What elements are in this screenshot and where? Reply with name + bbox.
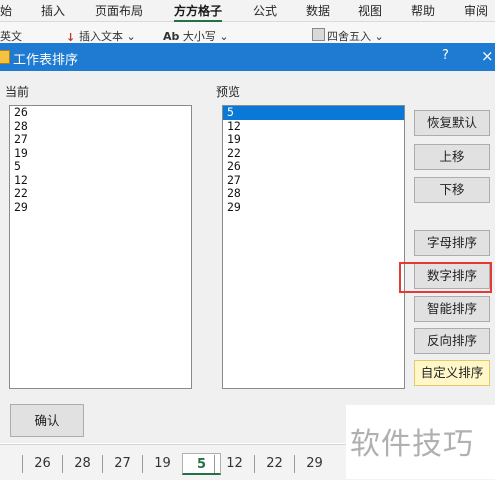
list-item[interactable]: 28 <box>223 186 404 201</box>
sheet-tab[interactable]: 22 <box>254 455 294 473</box>
help-button[interactable]: ? <box>442 48 449 63</box>
preview-listbox[interactable]: 5 12 19 22 26 27 28 29 <box>222 105 405 389</box>
case-label: 大小写 <box>182 30 216 43</box>
current-label: 当前 <box>5 85 30 99</box>
english-button[interactable]: 英文 <box>0 28 22 44</box>
sheet-sort-dialog: 工作表排序 ? × 当前 26 28 27 19 5 12 22 29 预览 5… <box>0 43 495 443</box>
tab-help[interactable]: 帮助 <box>411 2 435 19</box>
tab-data[interactable]: 数据 <box>306 2 330 19</box>
restore-default-button[interactable]: 恢复默认 <box>414 110 490 136</box>
list-item[interactable]: 29 <box>223 200 404 215</box>
list-item[interactable]: 19 <box>223 132 404 147</box>
alpha-sort-button[interactable]: 字母排序 <box>414 230 490 256</box>
sheet-tab[interactable]: 26 <box>22 455 62 473</box>
ribbon-toolbar: 英文 ↓ 插入文本 ⌄ Ab 大小写 ⌄ 四舍五入 ⌄ <box>0 22 495 44</box>
list-item[interactable]: 26 <box>223 159 404 174</box>
list-item[interactable]: 5 <box>10 159 191 174</box>
smart-sort-button[interactable]: 智能排序 <box>414 296 490 322</box>
round-icon <box>312 28 325 41</box>
watermark: 软件技巧 <box>346 405 495 479</box>
list-item[interactable]: 27 <box>223 173 404 188</box>
list-item[interactable]: 27 <box>10 132 191 147</box>
list-item[interactable]: 22 <box>10 186 191 201</box>
insert-text-button[interactable]: ↓ 插入文本 ⌄ <box>66 28 136 44</box>
list-item[interactable]: 19 <box>10 146 191 161</box>
case-button[interactable]: Ab 大小写 ⌄ <box>163 28 229 44</box>
round-label: 四舍五入 <box>327 30 371 43</box>
list-item[interactable]: 26 <box>10 105 191 120</box>
list-item[interactable]: 28 <box>10 119 191 134</box>
dialog-titlebar[interactable]: 工作表排序 ? × <box>0 43 495 71</box>
app-icon <box>0 50 10 64</box>
ribbon-tab-bar: 始 插入 页面布局 方方格子 公式 数据 视图 帮助 审阅 <box>0 0 495 23</box>
tab-home[interactable]: 始 <box>0 2 12 19</box>
move-up-button[interactable]: 上移 <box>414 144 490 170</box>
confirm-button[interactable]: 确认 <box>10 404 84 437</box>
sheet-tab[interactable]: 29 <box>294 455 334 473</box>
move-down-button[interactable]: 下移 <box>414 177 490 203</box>
insert-text-label: 插入文本 <box>79 30 123 43</box>
english-label: 英文 <box>0 30 22 43</box>
round-button[interactable]: 四舍五入 ⌄ <box>312 28 384 44</box>
dialog-title: 工作表排序 <box>13 53 79 68</box>
list-item[interactable]: 12 <box>223 119 404 134</box>
highlight-box <box>399 262 492 293</box>
tab-page-layout[interactable]: 页面布局 <box>95 2 143 19</box>
insert-arrow-icon: ↓ <box>66 31 76 44</box>
list-item[interactable]: 12 <box>10 173 191 188</box>
reverse-sort-button[interactable]: 反向排序 <box>414 328 490 354</box>
tab-formulas[interactable]: 公式 <box>253 2 277 19</box>
case-icon: Ab <box>163 30 180 43</box>
close-button[interactable]: × <box>481 47 494 65</box>
custom-sort-button[interactable]: 自定义排序 <box>414 360 490 386</box>
sheet-tab[interactable]: 12 <box>214 455 254 473</box>
tab-fangfangegezi[interactable]: 方方格子 <box>174 2 223 23</box>
tab-insert[interactable]: 插入 <box>41 2 65 19</box>
list-item-selected[interactable]: 5 <box>223 105 404 120</box>
watermark-text: 软件技巧 <box>350 427 474 462</box>
list-item[interactable]: 22 <box>223 146 404 161</box>
sheet-tab[interactable]: 27 <box>102 455 142 473</box>
tab-view[interactable]: 视图 <box>358 2 382 19</box>
sheet-tab[interactable]: 19 <box>142 455 182 473</box>
sheet-tab[interactable]: 28 <box>62 455 102 473</box>
preview-label: 预览 <box>216 85 241 99</box>
list-item[interactable]: 29 <box>10 200 191 215</box>
current-listbox[interactable]: 26 28 27 19 5 12 22 29 <box>9 105 192 389</box>
tab-review[interactable]: 审阅 <box>464 2 488 19</box>
